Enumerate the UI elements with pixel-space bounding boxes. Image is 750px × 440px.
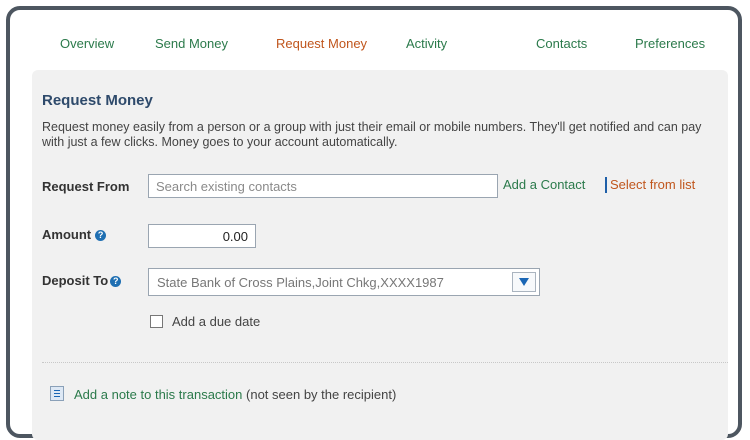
request-from-input[interactable] xyxy=(148,174,498,198)
chevron-down-icon xyxy=(519,278,529,286)
link-separator xyxy=(605,177,607,193)
note-icon[interactable] xyxy=(50,386,64,401)
add-contact-link[interactable]: Add a Contact xyxy=(503,177,585,192)
tab-overview[interactable]: Overview xyxy=(60,36,114,51)
deposit-to-label: Deposit To? xyxy=(42,273,122,288)
deposit-account-value: State Bank of Cross Plains,Joint Chkg,XX… xyxy=(157,275,444,290)
due-date-label: Add a due date xyxy=(172,314,261,329)
question-circle-icon[interactable]: ? xyxy=(95,230,107,241)
select-from-list-link[interactable]: Select from list xyxy=(610,177,695,192)
due-date-checkbox[interactable] xyxy=(150,315,163,328)
note-hint: (not seen by the recipient) xyxy=(246,387,397,402)
amount-input[interactable] xyxy=(148,224,256,248)
tab-send-money[interactable]: Send Money xyxy=(155,36,228,51)
nav-tabs: Overview Send Money Request Money Activi… xyxy=(10,10,738,70)
add-note-link[interactable]: Add a note to this transaction xyxy=(74,387,242,402)
dropdown-button[interactable] xyxy=(512,272,536,292)
page-title: Request Money xyxy=(42,92,153,109)
tab-preferences[interactable]: Preferences xyxy=(635,36,705,51)
tab-activity[interactable]: Activity xyxy=(406,36,447,51)
section-divider xyxy=(42,362,728,363)
description-text: Request money easily from a person or a … xyxy=(42,120,702,149)
request-from-label: Request From xyxy=(42,179,130,194)
amount-label: Amount? xyxy=(42,227,107,242)
tab-contacts[interactable]: Contacts xyxy=(536,36,587,51)
tab-request-money[interactable]: Request Money xyxy=(276,36,367,51)
request-money-panel: Request Money Request money easily from … xyxy=(32,70,728,440)
app-frame: Overview Send Money Request Money Activi… xyxy=(6,6,742,440)
question-circle-icon[interactable]: ? xyxy=(110,276,122,287)
deposit-account-select[interactable]: State Bank of Cross Plains,Joint Chkg,XX… xyxy=(148,268,540,296)
